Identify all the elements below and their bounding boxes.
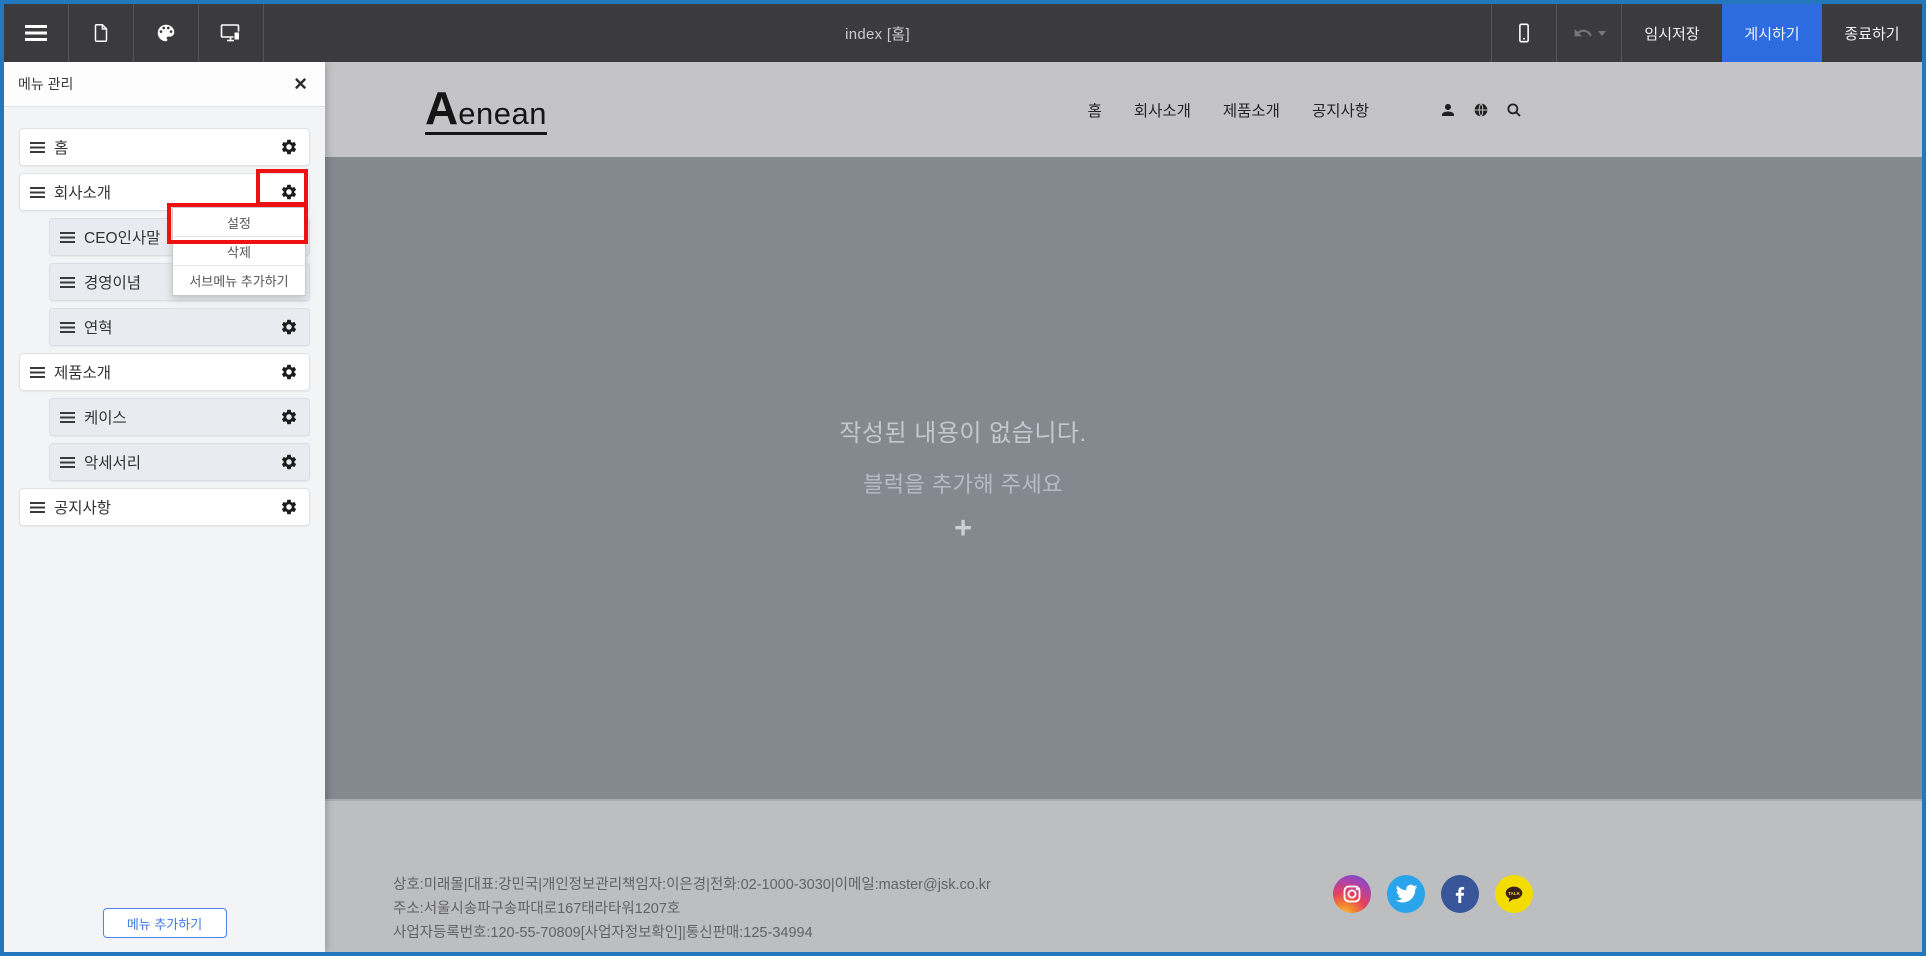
- facebook-link[interactable]: [1441, 875, 1479, 913]
- footer-company-info: 상호:미래몰|대표:강민국|개인정보관리책임자:이은경|전화:02-1000-3…: [393, 873, 991, 945]
- context-menu-item-add-submenu[interactable]: 서브메뉴 추가하기: [173, 266, 305, 295]
- instagram-icon: [1340, 882, 1364, 906]
- footer-line-2: 주소:서울시송파구송파대로167태라타워1207호: [393, 897, 991, 921]
- menu-item-about[interactable]: 회사소개: [19, 173, 310, 211]
- editor-window: index [홈] 임시저장 게시하기 종료하기 Aenean 홈 회사소개 제…: [0, 0, 1926, 956]
- mobile-preview-button[interactable]: [1492, 4, 1556, 62]
- theme-button[interactable]: [134, 4, 198, 62]
- drag-handle-icon[interactable]: [60, 412, 75, 423]
- drag-handle-icon[interactable]: [30, 187, 45, 198]
- menu-item-label: 공지사항: [54, 496, 280, 518]
- menu-item-case[interactable]: 케이스: [49, 398, 310, 436]
- temp-save-button[interactable]: 임시저장: [1622, 4, 1722, 62]
- gear-icon[interactable]: [280, 498, 298, 516]
- logo-initial: A: [425, 82, 458, 134]
- kakaotalk-icon: TALK: [1502, 882, 1526, 906]
- menu-item-label: 악세서리: [84, 451, 280, 473]
- undo-button[interactable]: [1557, 4, 1621, 62]
- kakaotalk-link[interactable]: TALK: [1495, 875, 1533, 913]
- page-icon: [90, 22, 112, 44]
- gear-icon[interactable]: [280, 138, 298, 156]
- drag-handle-icon[interactable]: [60, 232, 75, 243]
- menu-item-home[interactable]: 홈: [19, 128, 310, 166]
- twitter-icon: [1394, 882, 1418, 906]
- empty-state-line1: 작성된 내용이 없습니다.: [839, 413, 1086, 448]
- main-menu-button[interactable]: [4, 4, 68, 62]
- hamburger-icon: [25, 25, 47, 41]
- undo-history-caret-icon: [1598, 31, 1606, 36]
- empty-state-line2: 블럭을 추가해 주세요: [863, 467, 1063, 499]
- gear-icon[interactable]: [280, 408, 298, 426]
- language-globe-icon[interactable]: [1472, 101, 1490, 119]
- drag-handle-icon[interactable]: [60, 457, 75, 468]
- drag-handle-icon[interactable]: [30, 367, 45, 378]
- account-icon[interactable]: [1439, 101, 1457, 119]
- device-preview-button[interactable]: [199, 4, 263, 62]
- add-menu-button[interactable]: 메뉴 추가하기: [103, 908, 227, 938]
- menu-context-popup: 설정 삭제 서브메뉴 추가하기: [172, 207, 306, 296]
- menu-item-history[interactable]: 연혁: [49, 308, 310, 346]
- footer-line-1: 상호:미래몰|대표:강민국|개인정보관리책임자:이은경|전화:02-1000-3…: [393, 873, 991, 897]
- drag-handle-icon[interactable]: [30, 142, 45, 153]
- menu-item-label: 케이스: [84, 406, 280, 428]
- page-title: index [홈]: [264, 4, 1491, 62]
- menu-item-notice[interactable]: 공지사항: [19, 488, 310, 526]
- menu-item-label: 홈: [54, 136, 280, 158]
- menu-manager-panel: 메뉴 관리 × 홈 회사소개 CEO인사말 경영이념: [4, 62, 325, 952]
- gear-icon[interactable]: [280, 183, 298, 201]
- pages-button[interactable]: [69, 4, 133, 62]
- menu-item-label: 제품소개: [54, 361, 280, 383]
- close-icon[interactable]: ×: [294, 73, 307, 95]
- nav-link-home[interactable]: 홈: [1088, 99, 1102, 121]
- device-preview-icon: [219, 21, 243, 45]
- undo-icon: [1573, 23, 1593, 43]
- footer-social-links: TALK: [1333, 875, 1533, 913]
- gear-icon[interactable]: [280, 318, 298, 336]
- search-icon[interactable]: [1505, 101, 1523, 119]
- top-toolbar: index [홈] 임시저장 게시하기 종료하기: [4, 4, 1922, 62]
- drag-handle-icon[interactable]: [60, 322, 75, 333]
- twitter-link[interactable]: [1387, 875, 1425, 913]
- menu-item-label: 회사소개: [54, 181, 280, 203]
- menu-item-products[interactable]: 제품소개: [19, 353, 310, 391]
- instagram-link[interactable]: [1333, 875, 1371, 913]
- menu-manager-header: 메뉴 관리 ×: [4, 62, 325, 107]
- mobile-icon: [1513, 22, 1535, 44]
- context-menu-item-delete[interactable]: 삭제: [173, 237, 305, 266]
- facebook-icon: [1448, 882, 1472, 906]
- site-nav: 홈 회사소개 제품소개 공지사항: [1088, 99, 1523, 121]
- kakaotalk-label: TALK: [1508, 891, 1521, 896]
- publish-button[interactable]: 게시하기: [1722, 4, 1822, 62]
- drag-handle-icon[interactable]: [60, 277, 75, 288]
- nav-link-notice[interactable]: 공지사항: [1312, 99, 1369, 121]
- context-menu-item-settings[interactable]: 설정: [173, 208, 305, 237]
- nav-link-products[interactable]: 제품소개: [1223, 99, 1280, 121]
- add-block-button[interactable]: +: [954, 512, 972, 543]
- site-logo[interactable]: Aenean: [425, 85, 547, 135]
- menu-list: 홈 회사소개 CEO인사말 경영이념 연혁: [4, 107, 325, 526]
- palette-icon: [155, 22, 177, 44]
- nav-link-about[interactable]: 회사소개: [1134, 99, 1191, 121]
- footer-line-3: 사업자등록번호:120-55-70809[사업자정보확인]|통신판매:125-3…: [393, 921, 991, 945]
- nav-icon-group: [1439, 101, 1523, 119]
- menu-item-accessory[interactable]: 악세서리: [49, 443, 310, 481]
- gear-icon[interactable]: [280, 453, 298, 471]
- gear-icon[interactable]: [280, 363, 298, 381]
- drag-handle-icon[interactable]: [30, 502, 45, 513]
- logo-rest: enean: [458, 96, 547, 131]
- panel-title: 메뉴 관리: [18, 74, 73, 94]
- exit-button[interactable]: 종료하기: [1822, 4, 1922, 62]
- menu-item-label: 연혁: [84, 316, 280, 338]
